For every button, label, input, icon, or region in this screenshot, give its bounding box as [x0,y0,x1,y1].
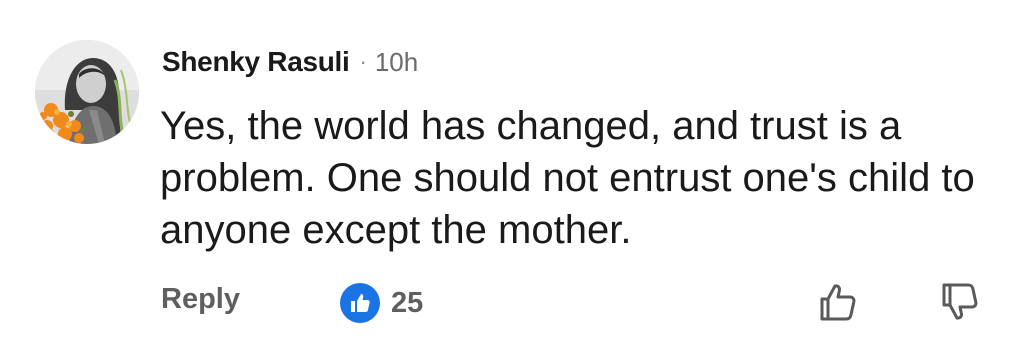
comment-header: Shenky Rasuli · 10h [162,44,418,80]
comment-text: Yes, the world has changed, and trust is… [160,104,975,252]
reaction-summary[interactable]: 25 [340,283,423,323]
avatar[interactable] [35,40,139,144]
thumbs-up-icon [340,283,380,323]
like-count: 25 [391,286,424,319]
thumbs-down-outline-icon [942,283,978,320]
upvote-button[interactable] [816,280,860,324]
reply-button[interactable]: Reply [161,283,240,316]
meta-separator: · [359,49,367,74]
author-name[interactable]: Shenky Rasuli [162,46,350,78]
downvote-button[interactable] [938,280,982,324]
profile-photo-image [35,40,139,144]
thumbs-up-outline-icon [820,284,856,321]
comment-timestamp[interactable]: 10h [375,47,418,78]
